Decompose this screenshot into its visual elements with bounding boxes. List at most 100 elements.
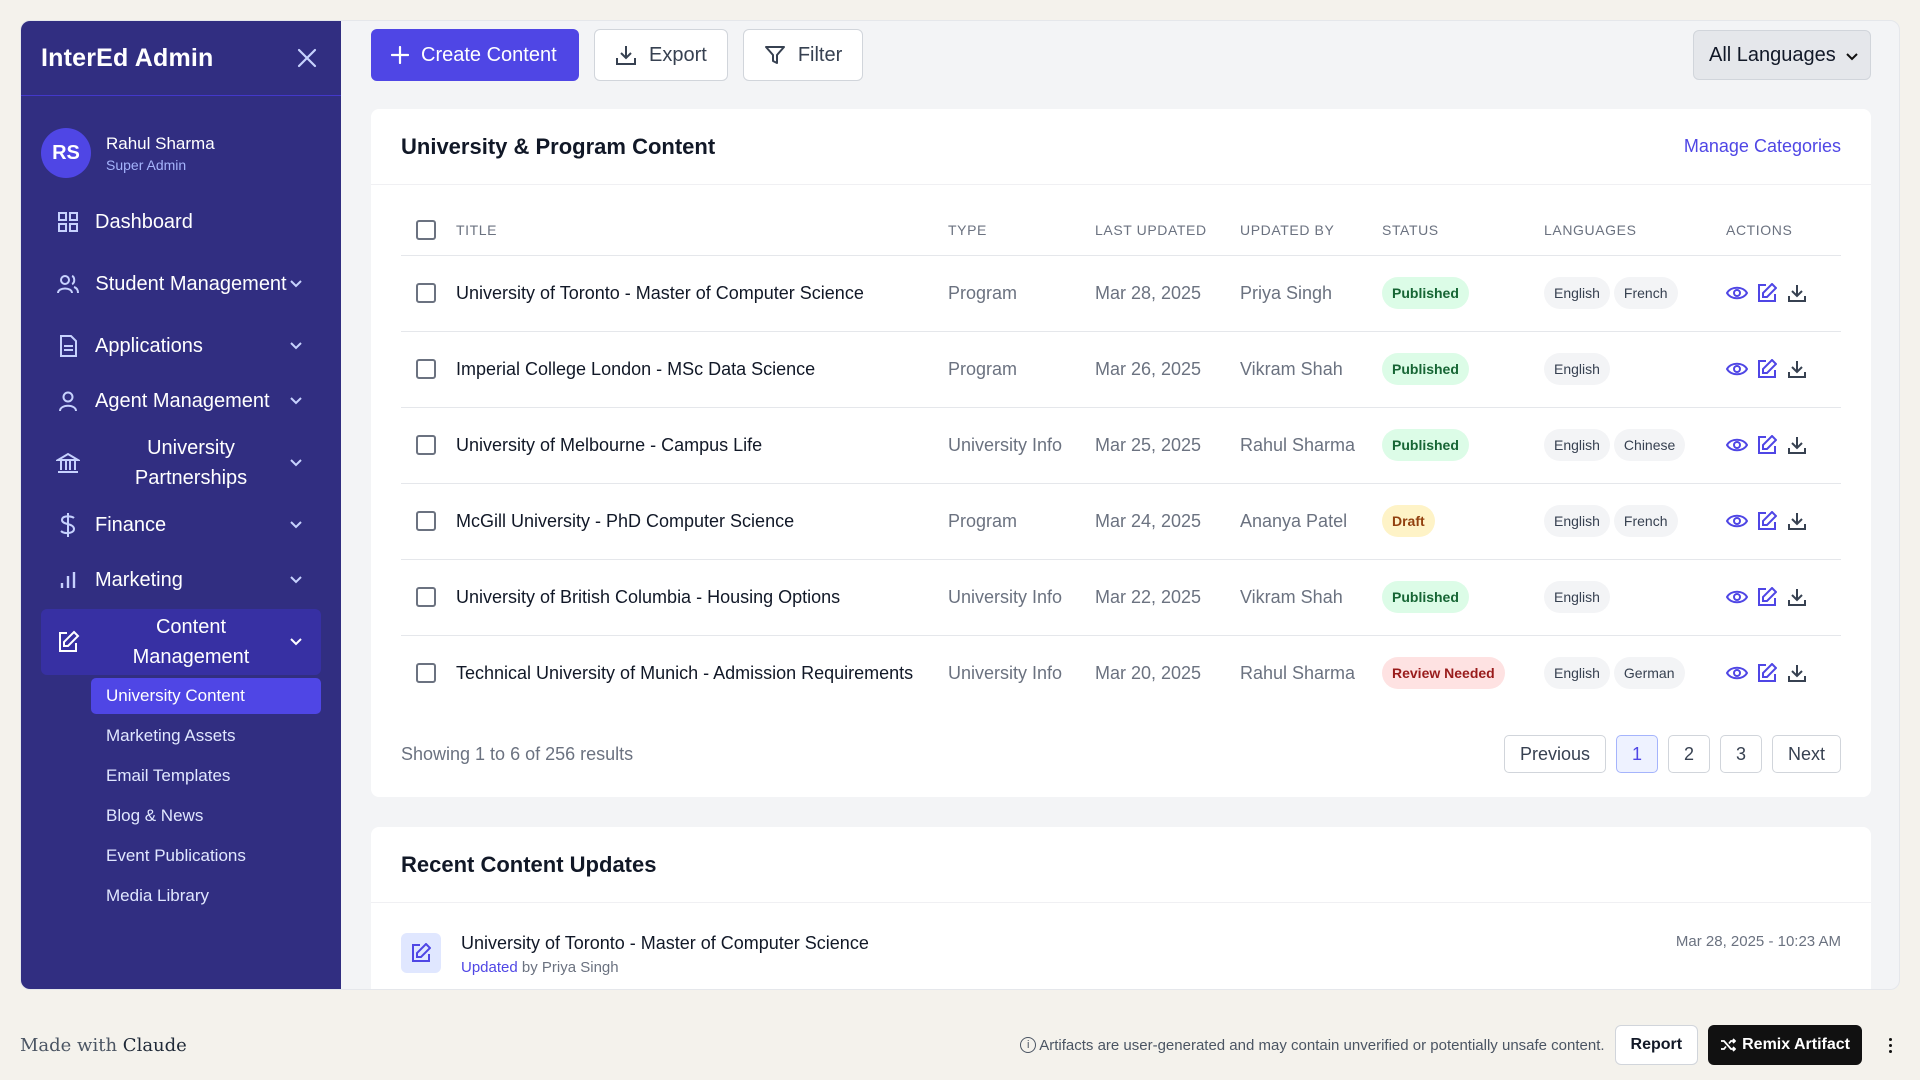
- row-updated-by: Vikram Shah: [1240, 559, 1382, 636]
- user-icon: [55, 388, 81, 414]
- sidebar-item-finance[interactable]: Finance: [41, 499, 321, 551]
- edit-icon[interactable]: [1756, 586, 1778, 608]
- edit-icon[interactable]: [1756, 434, 1778, 456]
- chevron-down-icon: [287, 571, 305, 589]
- bar-chart-icon: [55, 567, 81, 593]
- submenu-event-publications[interactable]: Event Publications: [91, 838, 321, 874]
- row-checkbox[interactable]: [416, 587, 436, 607]
- row-checkbox[interactable]: [416, 663, 436, 684]
- submenu-blog-news[interactable]: Blog & News: [91, 798, 321, 834]
- download-icon[interactable]: [1786, 662, 1808, 684]
- list-item[interactable]: University of Toronto - Master of Comput…: [371, 903, 1871, 989]
- submenu-marketing-assets[interactable]: Marketing Assets: [91, 718, 321, 754]
- remix-button[interactable]: Remix Artifact: [1708, 1025, 1862, 1065]
- submenu-email-templates[interactable]: Email Templates: [91, 758, 321, 794]
- export-button[interactable]: Export: [594, 29, 728, 81]
- row-type: University Info: [948, 662, 1063, 683]
- row-updated-by: Vikram Shah: [1240, 331, 1382, 408]
- row-title: University of Melbourne - Campus Life: [456, 407, 948, 484]
- row-checkbox[interactable]: [416, 359, 436, 379]
- sidebar-item-label: Finance: [95, 514, 167, 536]
- row-title: Imperial College London - MSc Data Scien…: [456, 331, 948, 408]
- download-icon[interactable]: [1786, 434, 1808, 456]
- create-content-label: Create Content: [421, 43, 557, 66]
- sidebar-item-marketing[interactable]: Marketing: [41, 554, 321, 606]
- view-icon[interactable]: [1726, 586, 1748, 608]
- made-with-text: Made with: [20, 1034, 118, 1056]
- sidebar-item-student-management[interactable]: Student Management: [41, 251, 321, 317]
- row-title: McGill University - PhD Computer Science: [456, 483, 948, 560]
- edit-icon[interactable]: [1756, 510, 1778, 532]
- row-updated-by: Ananya Patel: [1240, 483, 1382, 560]
- table-row: University of Toronto - Master of Comput…: [401, 255, 1841, 332]
- next-page-button[interactable]: Next: [1771, 735, 1841, 773]
- view-icon[interactable]: [1726, 282, 1748, 304]
- edit-icon[interactable]: [1756, 662, 1778, 684]
- sidebar-item-label: Agent Management: [95, 390, 270, 412]
- row-checkbox[interactable]: [416, 435, 436, 455]
- language-tag: English: [1544, 581, 1610, 613]
- report-button[interactable]: Report: [1614, 1025, 1699, 1065]
- row-type: University Info: [948, 559, 1095, 636]
- language-tag: English: [1544, 429, 1610, 461]
- update-title: University of Toronto - Master of Comput…: [461, 933, 869, 953]
- document-icon: [55, 333, 81, 359]
- content-submenu: University Content Marketing Assets Emai…: [21, 678, 341, 914]
- row-type: University Info: [948, 407, 1095, 484]
- sidebar-item-dashboard[interactable]: Dashboard: [41, 196, 321, 248]
- row-updated-by: Rahul Sharma: [1240, 662, 1356, 683]
- language-tag: French: [1613, 505, 1678, 537]
- download-icon[interactable]: [1786, 586, 1808, 608]
- row-checkbox[interactable]: [416, 283, 436, 303]
- sidebar-item-label: Dashboard: [95, 211, 193, 233]
- dollar-icon: [55, 512, 81, 538]
- page-button-1[interactable]: 1: [1615, 735, 1658, 773]
- create-content-button[interactable]: Create Content: [371, 29, 579, 81]
- edit-icon[interactable]: [1756, 358, 1778, 380]
- language-select[interactable]: All Languages: [1693, 30, 1871, 80]
- sidebar-item-content-management[interactable]: Content Management: [41, 609, 321, 675]
- download-icon[interactable]: [1786, 282, 1808, 304]
- edit-icon: [55, 629, 81, 655]
- language-tag: English: [1544, 277, 1610, 309]
- sidebar-item-agent-management[interactable]: Agent Management: [41, 375, 321, 427]
- view-icon[interactable]: [1726, 358, 1748, 380]
- page-button-2[interactable]: 2: [1667, 735, 1710, 773]
- column-header-title: TITLE: [456, 205, 948, 256]
- row-title: Technical University of Munich - Admissi…: [456, 662, 914, 683]
- shuffle-icon: [1720, 1038, 1737, 1052]
- view-icon[interactable]: [1726, 434, 1748, 456]
- view-icon[interactable]: [1726, 510, 1748, 532]
- table-row: University of Melbourne - Campus Life Un…: [401, 407, 1841, 484]
- download-icon[interactable]: [1786, 510, 1808, 532]
- plus-icon: [391, 46, 409, 64]
- content-card: University & Program Content Manage Cate…: [371, 109, 1871, 797]
- chevron-down-icon: [287, 633, 305, 651]
- sidebar-item-university-partnerships[interactable]: University Partnerships: [41, 430, 321, 496]
- status-badge: Published: [1382, 277, 1469, 309]
- row-updated-by: Priya Singh: [1240, 255, 1382, 332]
- row-title: University of Toronto - Master of Comput…: [456, 255, 948, 332]
- previous-page-button[interactable]: Previous: [1503, 735, 1606, 773]
- submenu-media-library[interactable]: Media Library: [91, 878, 321, 914]
- more-options-icon[interactable]: [1880, 1030, 1900, 1060]
- edit-icon[interactable]: [1756, 282, 1778, 304]
- language-select-value: All Languages: [1709, 43, 1836, 66]
- manage-categories-link[interactable]: Manage Categories: [1684, 136, 1841, 157]
- row-checkbox[interactable]: [416, 511, 436, 531]
- submenu-university-content[interactable]: University Content: [91, 678, 321, 714]
- page-button-3[interactable]: 3: [1719, 735, 1762, 773]
- sidebar-item-label: Student Management: [95, 273, 287, 295]
- column-header-languages: LANGUAGES: [1544, 205, 1726, 256]
- sidebar-item-applications[interactable]: Applications: [41, 320, 321, 372]
- sidebar-nav: Dashboard Student Management Application…: [21, 196, 341, 675]
- user-profile: RS Rahul Sharma Super Admin: [21, 96, 341, 196]
- download-icon[interactable]: [1786, 358, 1808, 380]
- chevron-down-icon: [1846, 44, 1858, 67]
- avatar: RS: [41, 128, 91, 178]
- filter-button[interactable]: Filter: [742, 29, 864, 81]
- select-all-checkbox[interactable]: [416, 219, 436, 240]
- close-icon[interactable]: [293, 44, 321, 72]
- table-row: Imperial College London - MSc Data Scien…: [401, 331, 1841, 408]
- view-icon[interactable]: [1726, 662, 1748, 684]
